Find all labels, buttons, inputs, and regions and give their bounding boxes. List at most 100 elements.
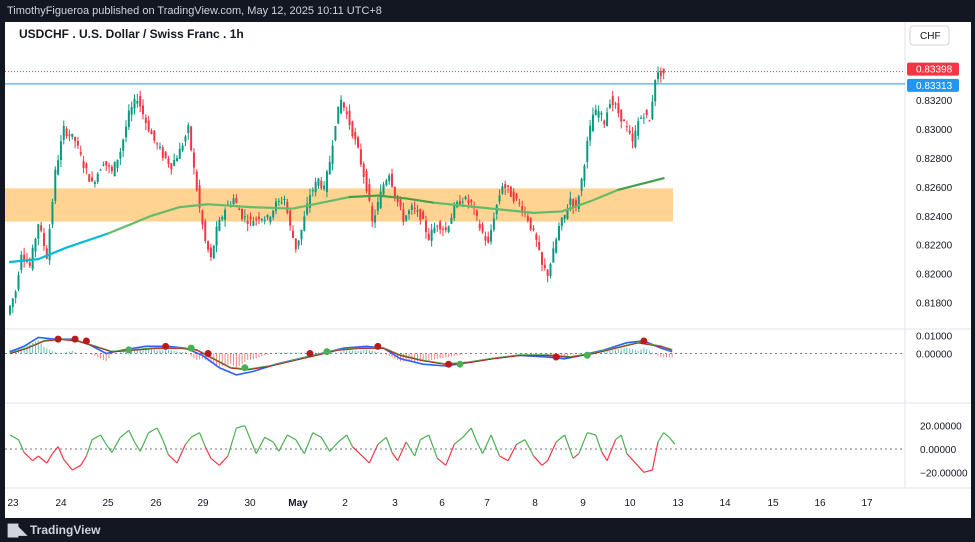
candle-body	[546, 269, 549, 276]
candle-body	[238, 208, 241, 211]
oscillator-line-segment	[100, 434, 107, 445]
candle-body	[215, 226, 218, 246]
oscillator-line-segment	[37, 455, 48, 464]
candle-body	[606, 112, 609, 127]
candle-body	[14, 291, 17, 298]
candle-body	[255, 218, 258, 220]
candle-body	[161, 147, 164, 158]
y-tick-label: 0.81800	[916, 298, 953, 309]
macd-cross-dot	[306, 349, 314, 357]
candle-body	[291, 230, 294, 238]
candle-body	[563, 214, 566, 219]
x-tick-label: 16	[814, 498, 826, 509]
candle-body	[391, 173, 394, 187]
x-tick-label: May	[288, 498, 308, 509]
candle-body	[603, 120, 606, 125]
candle-body	[243, 216, 246, 218]
candle-body	[340, 99, 343, 114]
candle-body	[461, 201, 464, 203]
y-tick-label: 0.82200	[916, 241, 953, 252]
brand[interactable]: ▇◣ TradingView	[8, 522, 100, 538]
candle-body	[59, 141, 62, 160]
x-tick-label: 29	[197, 498, 209, 509]
candle-body	[611, 96, 614, 105]
x-tick-label: 24	[55, 498, 67, 509]
candle-body	[207, 241, 210, 250]
candle-body	[467, 200, 470, 204]
y-tick-label: 0.83200	[916, 96, 953, 107]
oscillator-line-segment	[572, 453, 580, 459]
oscillator-line-segment	[453, 436, 464, 445]
candle-body	[657, 72, 660, 80]
oscillator-line-segment	[445, 444, 455, 466]
chart-title: USDCHF . U.S. Dollar / Swiss Franc . 1h	[19, 27, 244, 41]
candle-body	[620, 109, 623, 122]
candle-body	[444, 227, 447, 231]
candle-body	[374, 215, 377, 223]
candle-body	[147, 120, 150, 132]
candle-body	[139, 96, 142, 107]
candle-body	[37, 224, 40, 239]
candle-body	[258, 216, 261, 219]
chart-canvas[interactable]: 0.83200 0.83000 0.82800 0.82600 0.82400 0.822…	[5, 22, 971, 518]
candle-body	[74, 137, 77, 142]
candle-body	[441, 228, 444, 230]
candle-body	[328, 161, 331, 175]
oscillator-line-segment	[606, 439, 617, 461]
oscillator-line-segment	[470, 427, 478, 443]
macd-cross-dot	[456, 360, 464, 368]
candle-body	[382, 184, 385, 195]
macd-cross-dot	[187, 344, 195, 352]
candle-body	[600, 112, 603, 115]
oscillator-line-segment	[46, 453, 53, 464]
x-tick-label: 8	[532, 498, 538, 509]
chart-frame[interactable]: 0.83200 0.83000 0.82800 0.82600 0.82400 0.822…	[5, 22, 971, 518]
macd-y-tick-label: 0.00000	[916, 349, 953, 360]
candle-body	[628, 130, 631, 134]
oscillator-line-segment	[462, 427, 472, 438]
oscillator-line-segment	[249, 439, 257, 454]
candle-body	[614, 103, 617, 105]
oscillator-line-segment	[482, 434, 492, 454]
oscillator-line-segment	[634, 462, 645, 473]
candle-body	[144, 117, 147, 124]
oscillator-line-segment	[168, 454, 178, 464]
candle-body	[156, 143, 159, 145]
candle-body	[501, 186, 504, 194]
candle-body	[413, 207, 416, 209]
candle-body	[334, 126, 337, 141]
candle-body	[651, 101, 654, 120]
oscillator-line-segment	[119, 429, 130, 438]
candle-body	[294, 238, 297, 250]
oscillator-line-segment	[615, 434, 622, 441]
candle-body	[201, 210, 204, 225]
oscillator-line-segment	[351, 446, 362, 456]
candle-body	[158, 146, 161, 148]
macd-cross-dot	[552, 353, 560, 361]
candle-body	[150, 130, 153, 135]
oscillator-line-segment	[91, 434, 101, 441]
oscillator-line-segment	[360, 454, 370, 464]
y-tick-label: 0.82400	[916, 212, 953, 223]
oscillator-line-segment	[272, 441, 280, 452]
candle-body	[102, 164, 105, 166]
macd-cross-dot	[640, 337, 648, 345]
candle-body	[31, 247, 34, 270]
oscillator-line-segment	[564, 434, 574, 459]
oscillator-line-segment	[476, 441, 484, 454]
candle-body	[51, 201, 54, 225]
candle-body	[204, 221, 207, 241]
footer-bar: ▇◣ TradingView	[0, 518, 975, 542]
candle-body	[385, 180, 388, 186]
candle-body	[492, 218, 495, 230]
oscillator-y-tick-label: −20.00000	[920, 468, 968, 479]
candle-body	[323, 185, 326, 190]
candle-body	[507, 185, 510, 187]
oscillator-line-segment	[236, 425, 246, 429]
oscillator-line-segment	[533, 455, 543, 466]
macd-cross-dot	[71, 335, 79, 343]
macd-cross-dot	[82, 337, 90, 345]
candle-body	[289, 210, 292, 226]
candle-body	[359, 149, 362, 165]
x-tick-label: 25	[102, 498, 114, 509]
